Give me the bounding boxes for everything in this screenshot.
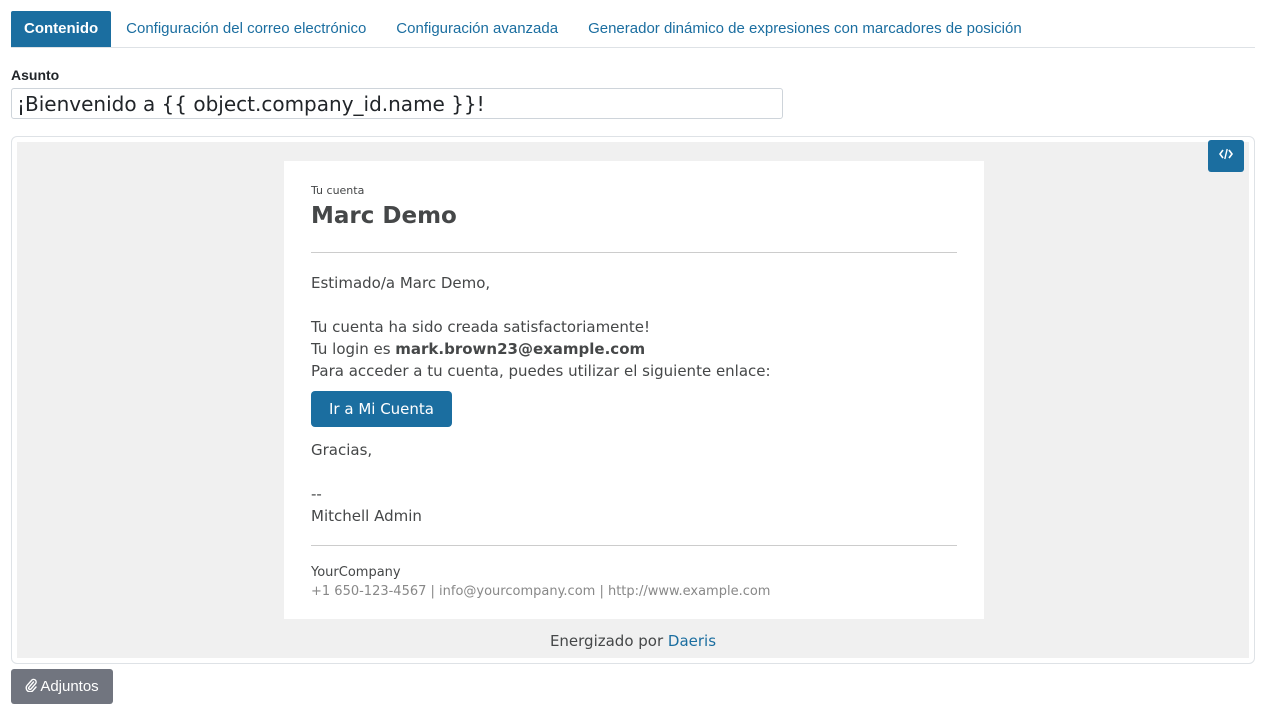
email-line-access: Para acceder a tu cuenta, puedes utiliza… [311,362,771,380]
tab-expression-builder[interactable]: Generador dinámico de expresiones con ma… [573,11,1037,47]
tab-email-config[interactable]: Configuración del correo electrónico [111,11,381,47]
email-thanks: Gracias, [311,441,373,459]
powered-prefix: Energizado por [549,632,668,650]
tab-advanced-config[interactable]: Configuración avanzada [381,11,573,47]
divider [311,545,957,546]
email-line-login: Tu login es mark.brown23@example.com [311,340,645,358]
subject-label: Asunto [11,67,60,83]
attachments-button[interactable]: Adjuntos [11,669,113,704]
tab-contenido[interactable]: Contenido [11,11,112,47]
email-greeting: Estimado/a Marc Demo, [311,274,491,292]
email-line-created: Tu cuenta ha sido creada satisfactoriame… [311,318,651,336]
signature-name: Mitchell Admin [311,507,422,525]
powered-by: Energizado por Daeris [17,632,1249,650]
attachments-label: Adjuntos [40,678,99,695]
signature-separator: -- [311,485,322,503]
tab-bar: Contenido Configuración del correo elect… [11,9,1255,48]
company-contacts: +1 650-123-4567 | info@yourcompany.com |… [311,584,771,599]
login-prefix: Tu login es [311,340,396,358]
subject-input[interactable] [11,88,783,119]
login-value: mark.brown23@example.com [395,340,646,358]
go-to-account-button[interactable]: Ir a Mi Cuenta [311,391,452,427]
editor-canvas[interactable]: Tu cuenta Marc Demo Estimado/a Marc Demo… [17,140,1249,658]
email-card: Tu cuenta Marc Demo Estimado/a Marc Demo… [284,161,984,619]
powered-link[interactable]: Daeris [668,632,716,650]
company-name: YourCompany [311,565,401,580]
paperclip-icon [25,678,38,696]
code-view-button[interactable] [1208,140,1244,172]
divider [311,252,957,253]
code-view-icon [1219,147,1233,165]
email-eyebrow: Tu cuenta [311,184,365,197]
html-editor: Tu cuenta Marc Demo Estimado/a Marc Demo… [11,136,1255,664]
email-title: Marc Demo [311,203,457,229]
